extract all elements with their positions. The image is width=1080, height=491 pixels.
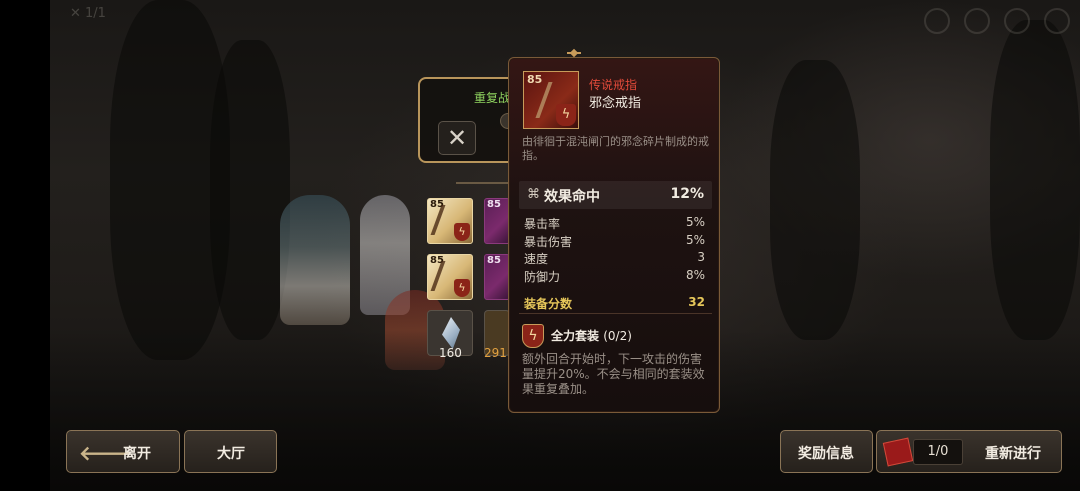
sub-stat-row: 暴击率 5% [524,215,705,233]
material-count: 291 [484,346,507,360]
sub-stat-value: 5% [685,232,705,247]
divider [519,313,712,314]
item-rarity: 传说戒指 [589,78,638,92]
reward-item[interactable]: 85 [484,254,510,300]
main-stat-value: 12% [670,186,704,202]
sub-stats: 暴击率 5% 暴击伤害 5% 速度 3 防御力 8% [524,215,705,285]
item-level: 85 [527,73,543,86]
background-tree [990,20,1080,340]
set-progress: (0/2) [603,329,632,343]
auto-icon[interactable] [1004,8,1030,34]
top-right-controls [924,8,1070,34]
divider [456,182,516,184]
effectiveness-icon: ⌘ [527,187,540,202]
lightning-set-icon: ϟ [454,279,470,297]
sub-stat-name: 速度 [524,252,549,266]
lightning-set-icon: ϟ [556,104,576,126]
crystal-icon [442,317,460,349]
sub-stat-row: 速度 3 [524,250,705,268]
energy-ticket-icon [882,437,914,467]
reward-info-button[interactable]: 奖励信息 [780,430,873,473]
gear-score-value: 32 [688,295,705,309]
item-description: 由徘徊于混沌闸门的邪念碎片制成的戒指。 [522,135,709,162]
fast-forward-icon[interactable] [964,8,990,34]
leave-label: 离开 [123,446,151,462]
tooltip-ornament [567,52,581,62]
lightning-set-icon: ϟ [522,324,544,348]
item-tooltip: 85 ϟ 传说戒指 邪念戒指 由徘徊于混沌闸门的邪念碎片制成的戒指。 ⌘ 效果命… [508,52,720,413]
sub-stat-name: 防御力 [524,269,561,284]
retry-label: 重新进行 [985,446,1041,462]
item-level: 85 [487,199,501,210]
screen-bezel [0,0,50,491]
material-count: 160 [439,346,462,360]
item-level: 85 [487,255,501,266]
reward-item[interactable]: 85 [484,198,510,244]
reward-item[interactable]: 85 ϟ [427,198,473,244]
pause-icon[interactable] [1044,8,1070,34]
sub-stat-row: 暴击伤害 5% [524,233,705,251]
lightning-set-icon: ϟ [454,223,470,241]
sub-stat-value: 3 [697,250,705,264]
sub-stat-name: 暴击率 [524,217,561,231]
sub-stat-row: 防御力 8% [524,268,705,286]
background-tree [210,40,290,340]
retry-count: 1/0 [913,439,963,465]
reward-info-label: 奖励信息 [798,446,854,462]
sub-stat-value: 8% [685,267,705,282]
reward-item[interactable]: 85 ϟ [427,254,473,300]
sub-stat-name: 暴击伤害 [524,234,573,249]
set-title: 全力套装 [551,329,600,343]
settings-icon[interactable] [924,8,950,34]
gear-score: 装备分数 32 [524,295,705,312]
lobby-button[interactable]: 大厅 [184,430,277,473]
main-stat: ⌘ 效果命中 12% [519,181,712,209]
lobby-label: 大厅 [217,446,245,462]
hero-character [280,195,350,325]
item-name: 邪念戒指 [589,96,642,111]
faint-wave-indicator: ✕ 1/1 [70,6,106,21]
repeat-battle-title: 重复战 [474,91,511,105]
set-description: 额外回合开始时，下一攻击的伤害量提升20%。不会与相同的套装效果重复叠加。 [522,352,705,396]
ring-item-icon: 85 ϟ [523,71,579,129]
background-tree [770,60,860,340]
leave-button[interactable]: 🡐 离开 [66,430,180,473]
sub-stat-value: 5% [685,215,705,229]
gear-score-label: 装备分数 [524,297,573,311]
retry-button[interactable]: 1/0 重新进行 [876,430,1062,473]
close-icon[interactable]: ✕ [438,121,476,155]
set-name: 全力套装 (0/2) [551,327,632,344]
main-stat-name: 效果命中 [544,189,600,205]
